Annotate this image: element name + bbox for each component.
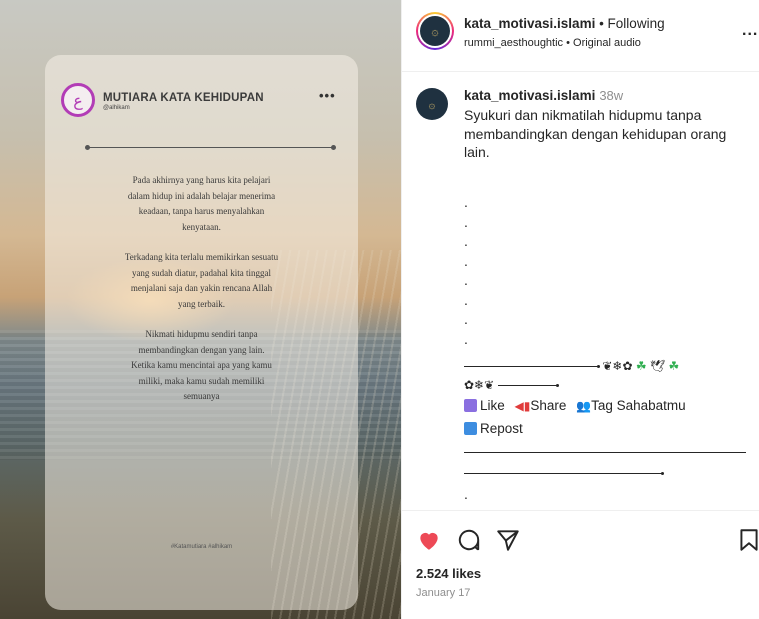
header-user-line: kata_motivasi.islami • Following (464, 16, 665, 31)
heart-icon[interactable] (416, 527, 442, 553)
post-actions: 2.524 likes January 17 (402, 510, 759, 619)
card-logo-icon: ع (61, 83, 95, 117)
like-cta: Like (480, 398, 505, 413)
card-more-icon: ••• (319, 88, 336, 103)
caption-avatar[interactable]: ۞ (416, 88, 448, 120)
decor-line-1: ❦❄✿ ☘ 🕊 ☘ (464, 359, 679, 373)
caption-username[interactable]: kata_motivasi.islami (464, 88, 595, 103)
repeat-icon (464, 422, 477, 435)
caption-area: ۞ kata_motivasi.islami 38w Syukuri dan ni… (402, 80, 759, 510)
quote-paragraph: Terkadang kita terlalu memikirkan sesuat… (124, 252, 279, 309)
quote-card: ع MUTIARA KATA KEHIDUPAN @alhikam ••• Pa… (45, 55, 358, 610)
repost-cta: Repost (480, 421, 523, 436)
caption-dots: ........ (464, 194, 468, 347)
decor-symbols: ❦❄✿ (602, 359, 633, 373)
megaphone-icon: ◀▮ (514, 399, 531, 413)
post-sidebar: ۞ kata_motivasi.islami • Following rummi… (401, 0, 759, 619)
card-divider (85, 145, 336, 150)
bookmark-icon[interactable] (736, 527, 759, 553)
more-options-icon[interactable]: ... (742, 22, 758, 40)
audio-label[interactable]: rummi_aesthoughtic • Original audio (464, 37, 641, 49)
post-age: 38w (599, 88, 624, 103)
decor-line-2: ✿❄❦ (464, 378, 559, 392)
author-logo-icon: ۞ (420, 16, 450, 46)
comment-icon[interactable] (456, 527, 482, 553)
heart-box-icon (464, 399, 477, 412)
following-status[interactable]: • Following (595, 16, 665, 31)
share-icon[interactable] (495, 527, 521, 553)
quote-paragraph: Pada akhirnya yang harus kita pelajari d… (127, 175, 276, 232)
clover-icon: ☘ (668, 359, 680, 373)
clover-icon: ☘ (635, 359, 647, 373)
share-cta: Share (530, 398, 567, 413)
bird-icon: 🕊 (649, 359, 666, 373)
caption-end-dot: . (464, 486, 468, 502)
card-title: MUTIARA KATA KEHIDUPAN (103, 92, 264, 104)
tag-cta: Tag Sahabatmu (591, 398, 686, 413)
post-header: ۞ kata_motivasi.islami • Following rummi… (402, 0, 759, 72)
author-avatar[interactable]: ۞ (416, 12, 454, 50)
decor-mid-line (464, 472, 664, 475)
quote-card-header: ع MUTIARA KATA KEHIDUPAN @alhikam ••• (61, 83, 346, 123)
card-quote-body: Pada akhirnya yang harus kita pelajari d… (75, 173, 328, 420)
author-username[interactable]: kata_motivasi.islami (464, 16, 595, 31)
cta-line-1: Like ◀▮Share 👥Tag Sahabatmu (464, 398, 686, 413)
post-media[interactable]: ع MUTIARA KATA KEHIDUPAN @alhikam ••• Pa… (0, 0, 401, 619)
quote-paragraph: Nikmati hidupmu sendiri tanpa membanding… (131, 329, 272, 401)
caption-user-line: kata_motivasi.islami 38w (464, 88, 623, 103)
caption-text: Syukuri dan nikmatilah hidupmu tanpa mem… (464, 107, 727, 160)
card-handle: @alhikam (103, 105, 130, 111)
post-date[interactable]: January 17 (416, 587, 470, 599)
cta-line-2: Repost (464, 421, 523, 436)
like-count[interactable]: 2.524 likes (416, 566, 481, 581)
decor-symbols: ✿❄❦ (464, 378, 495, 392)
decor-long-line (464, 452, 746, 453)
people-icon: 👥 (576, 399, 592, 413)
card-hashtags: #Katamutiara #alhikam (170, 544, 233, 550)
